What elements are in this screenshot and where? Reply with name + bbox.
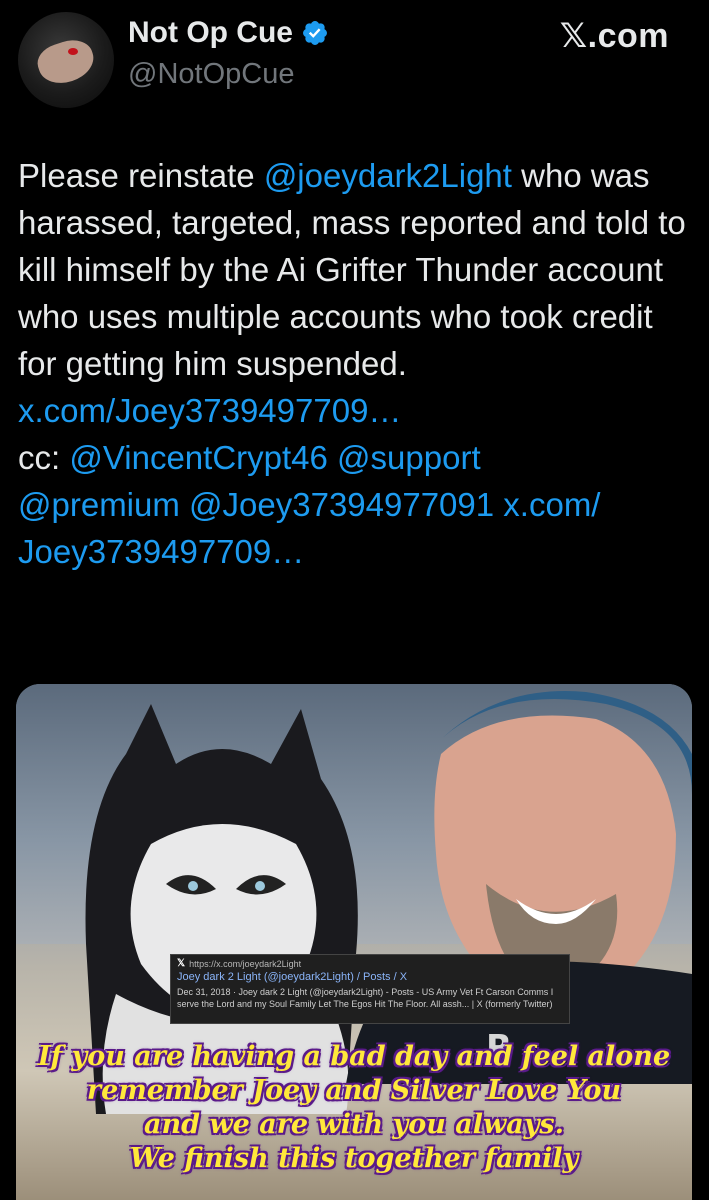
x-com-logo: 𝕏.com bbox=[559, 17, 669, 55]
text-segment bbox=[494, 486, 503, 523]
user-handle[interactable]: @NotOpCue bbox=[128, 58, 294, 91]
result-title[interactable]: Joey dark 2 Light (@joeydark2Light) / Po… bbox=[177, 971, 563, 983]
red-pill-graphic bbox=[68, 48, 78, 55]
overlay-line: and we are with you always. bbox=[143, 1109, 565, 1140]
hand-graphic bbox=[33, 34, 99, 90]
tweet-header: Not Op Cue @NotOpCue 𝕏.com bbox=[0, 0, 709, 120]
overlay-line: We finish this together family bbox=[129, 1143, 579, 1174]
tweet-text: Please reinstate @joeydark2Light who was… bbox=[18, 152, 698, 575]
result-url-text: https://x.com/joeydark2Light bbox=[189, 958, 302, 969]
text-segment bbox=[180, 486, 189, 523]
verified-badge-icon bbox=[303, 21, 327, 45]
x-icon: 𝕏 bbox=[177, 958, 186, 969]
text-segment bbox=[328, 439, 337, 476]
mention-link[interactable]: @premium bbox=[18, 486, 180, 523]
mention-link[interactable]: @VincentCrypt46 bbox=[69, 439, 328, 476]
url-link[interactable]: x.com/Joey3739497709… bbox=[18, 392, 401, 429]
text-segment: Please reinstate bbox=[18, 157, 264, 194]
man-smiling-image: R bbox=[346, 691, 692, 1084]
avatar[interactable] bbox=[18, 12, 114, 108]
mention-link[interactable]: @support bbox=[337, 439, 481, 476]
mention-link[interactable]: @Joey37394977091 bbox=[189, 486, 494, 523]
display-name[interactable]: Not Op Cue bbox=[128, 16, 293, 50]
result-url: 𝕏 https://x.com/joeydark2Light bbox=[177, 958, 563, 969]
overlay-line: If you are having a bad day and feel alo… bbox=[37, 1041, 671, 1072]
mention-link[interactable]: @joeydark2Light bbox=[264, 157, 512, 194]
result-snippet: Dec 31, 2018 · Joey dark 2 Light (@joeyd… bbox=[177, 987, 554, 1009]
image-overlay-caption: If you are having a bad day and feel alo… bbox=[16, 1040, 692, 1176]
tweet-media-image[interactable]: R 𝕏 https://x.com/joeydark2Light Joey da… bbox=[16, 684, 692, 1200]
text-segment: cc: bbox=[18, 439, 70, 476]
overlay-line: remember Joey and Silver Love You bbox=[86, 1075, 622, 1106]
search-result-card[interactable]: 𝕏 https://x.com/joeydark2Light Joey dark… bbox=[170, 954, 570, 1024]
name-row: Not Op Cue bbox=[128, 16, 329, 50]
